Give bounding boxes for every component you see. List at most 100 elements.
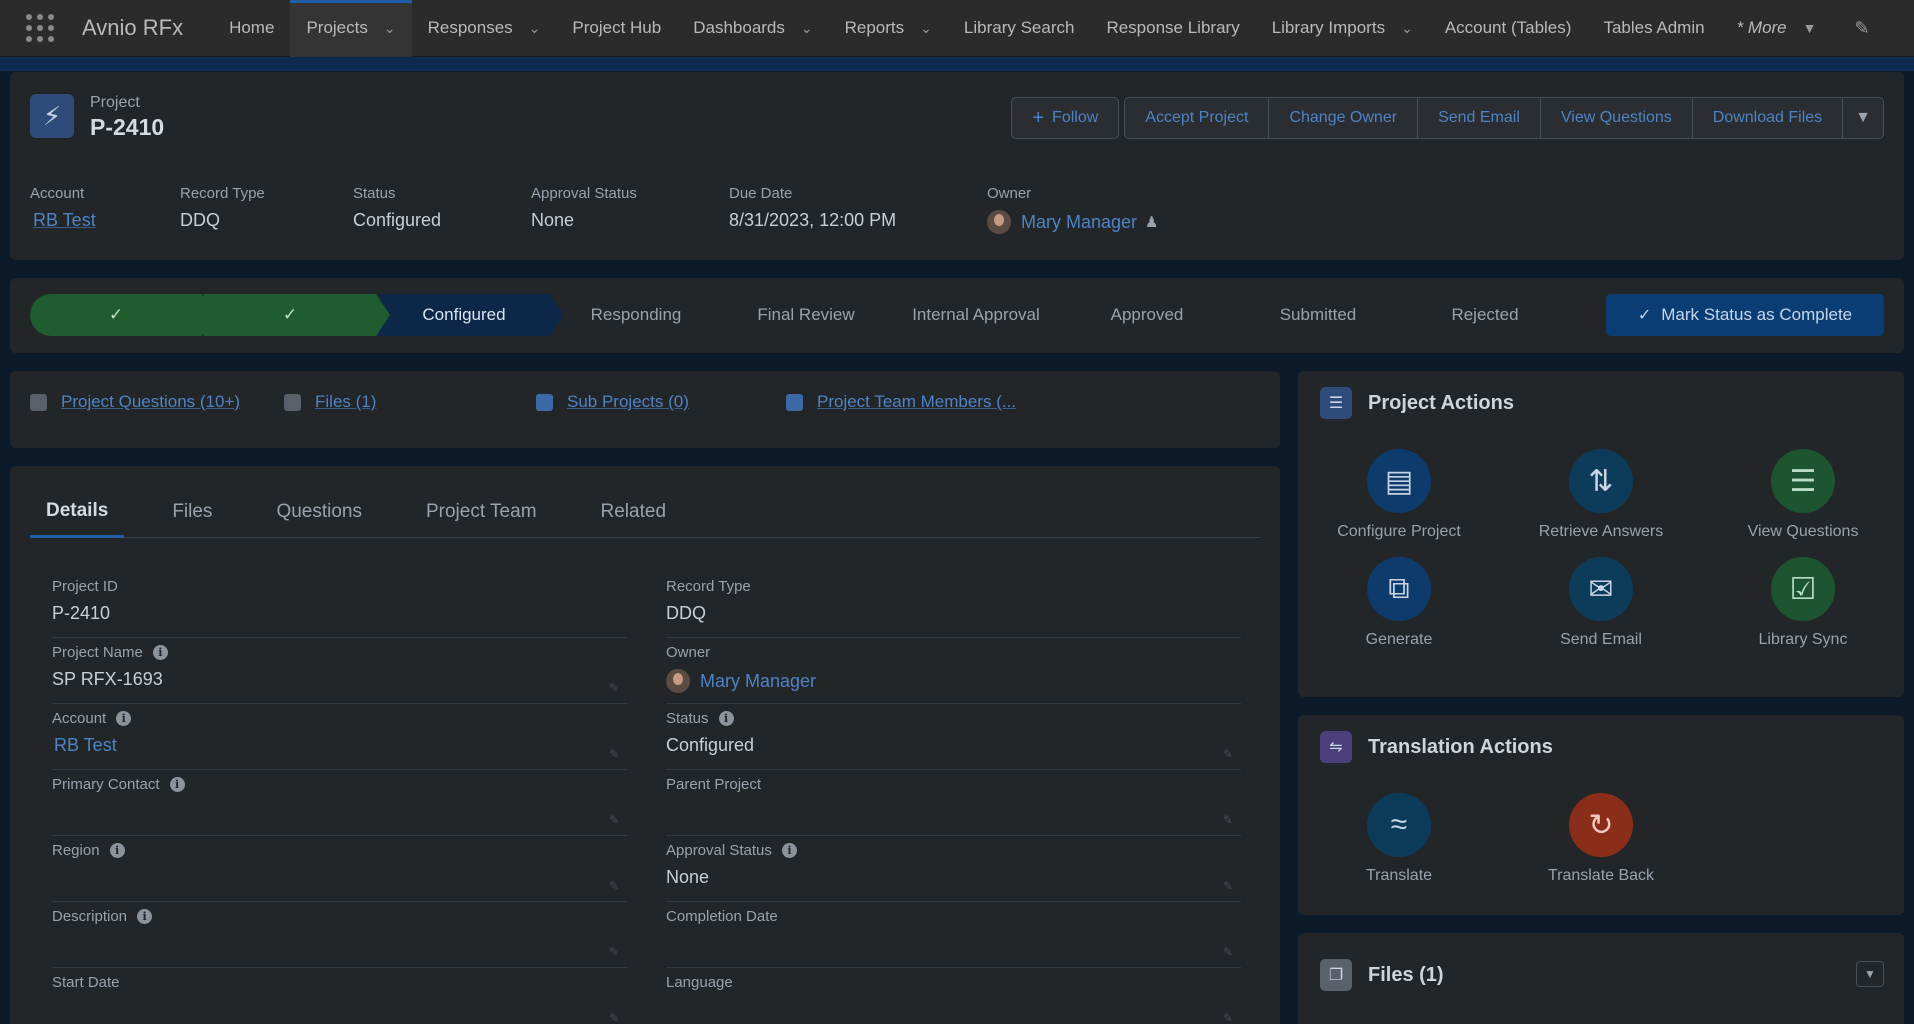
nav-item-dashboards[interactable]: Dashboards ⌄ xyxy=(677,0,828,57)
tab-related[interactable]: Related xyxy=(585,486,683,538)
download-files-button[interactable]: Download Files xyxy=(1691,97,1844,139)
chevron-down-icon[interactable]: ⌄ xyxy=(1401,20,1413,37)
path-step[interactable]: Final Review xyxy=(722,294,890,336)
quick-link-sub-projects[interactable]: Sub Projects (0) xyxy=(536,392,786,412)
nav-item-project-hub[interactable]: Project Hub xyxy=(556,0,677,57)
pencil-icon[interactable]: ✎ xyxy=(1223,1011,1233,1024)
nav-item-library-imports[interactable]: Library Imports ⌄ xyxy=(1256,0,1429,57)
chevron-down-icon[interactable]: ⌄ xyxy=(384,20,396,37)
nav-item-tables-admin[interactable]: Tables Admin xyxy=(1587,0,1720,57)
path-step[interactable]: Approved xyxy=(1062,294,1232,336)
field-project-name: Project Name i SP RFX-1693 ✎ xyxy=(52,642,627,704)
path-step[interactable]: Responding xyxy=(550,294,722,336)
library-sync-action[interactable]: ☑ Library Sync xyxy=(1702,557,1904,649)
nav-item-reports[interactable]: Reports ⌄ xyxy=(829,0,948,57)
info-icon[interactable]: i xyxy=(781,843,797,858)
owner-link[interactable]: Mary Manager xyxy=(700,671,816,692)
pencil-icon[interactable]: ✎ xyxy=(1223,945,1233,959)
nav-item-library-search[interactable]: Library Search xyxy=(948,0,1091,57)
info-icon[interactable]: i xyxy=(152,645,168,660)
mark-status-complete-button[interactable]: ✓ Mark Status as Complete xyxy=(1606,294,1884,336)
field-region: Region i ✎ xyxy=(52,840,627,902)
file-icon: ❐ xyxy=(1320,959,1352,991)
accept-project-button[interactable]: Accept Project xyxy=(1124,97,1270,139)
nav-item-projects[interactable]: Projects ⌄ xyxy=(290,0,412,57)
pencil-icon[interactable]: ✎ xyxy=(609,813,619,827)
field-value: P-2410 xyxy=(52,603,111,623)
info-icon[interactable]: i xyxy=(137,909,153,924)
account-link[interactable]: RB Test xyxy=(52,735,627,756)
owner-link[interactable]: Mary Manager xyxy=(1021,212,1137,233)
plus-icon: + xyxy=(1032,106,1045,129)
nav-label: Reports xyxy=(844,18,905,37)
pencil-icon[interactable]: ✎ xyxy=(609,681,619,695)
action-label: Configure Project xyxy=(1337,523,1461,540)
field-description: Description i ✎ xyxy=(52,906,627,968)
field-owner: Owner Mary Manager xyxy=(666,642,1241,704)
send-email-action[interactable]: ✉ Send Email xyxy=(1500,557,1702,649)
path-step-current[interactable]: Configured xyxy=(378,294,564,336)
change-owner-icon[interactable]: ♟ xyxy=(1145,213,1158,231)
info-icon[interactable]: i xyxy=(116,711,132,726)
generate-action[interactable]: ⧉ Generate xyxy=(1298,557,1500,649)
info-icon[interactable]: i xyxy=(718,711,734,726)
highlight-approval-status: Approval Status None xyxy=(531,185,729,234)
pencil-icon[interactable]: ✎ xyxy=(609,945,619,959)
action-label: Library Sync xyxy=(1758,631,1848,648)
send-email-button[interactable]: Send Email xyxy=(1417,97,1541,139)
follow-button[interactable]: + Follow xyxy=(1011,97,1120,139)
generate-document-icon: ⧉ xyxy=(1367,557,1431,621)
details-left-column: Project ID P-2410 Project Name i SP RFX-1… xyxy=(52,576,627,1024)
quick-link-files[interactable]: Files (1) xyxy=(284,392,536,412)
label-text: Project Name xyxy=(52,644,143,661)
card-header: ⇋ Translation Actions xyxy=(1320,731,1553,763)
pencil-icon[interactable]: ✎ xyxy=(1223,879,1233,893)
change-owner-button[interactable]: Change Owner xyxy=(1268,97,1419,139)
view-questions-button[interactable]: View Questions xyxy=(1539,97,1693,139)
nav-label: Library Imports xyxy=(1271,18,1386,37)
pencil-icon[interactable]: ✎ xyxy=(609,1011,619,1024)
pencil-icon[interactable]: ✎ xyxy=(609,879,619,893)
translate-back-action[interactable]: ↻ Translate Back xyxy=(1500,793,1702,885)
tab-project-team[interactable]: Project Team xyxy=(410,486,553,538)
tab-questions[interactable]: Questions xyxy=(260,486,378,538)
path-step-completed[interactable]: ✓ xyxy=(204,294,390,336)
path-step[interactable]: Internal Approval xyxy=(890,294,1062,336)
pencil-icon[interactable]: ✎ xyxy=(1223,747,1233,761)
nav-item-home[interactable]: Home xyxy=(213,0,290,57)
translate-action[interactable]: ≈ Translate xyxy=(1298,793,1500,885)
path-step[interactable]: Submitted xyxy=(1232,294,1404,336)
field-label: Status xyxy=(353,185,396,202)
view-questions-action[interactable]: ☰ View Questions xyxy=(1702,449,1904,541)
account-link[interactable]: RB Test xyxy=(30,210,180,231)
nav-item-account-tables[interactable]: Account (Tables) xyxy=(1429,0,1588,57)
nav-item-more[interactable]: * More ▼ xyxy=(1721,0,1833,57)
chevron-down-icon[interactable]: ⌄ xyxy=(801,20,813,37)
chevron-down-icon[interactable]: ⌄ xyxy=(920,20,932,37)
retrieve-answers-action[interactable]: ⇅ Retrieve Answers xyxy=(1500,449,1702,541)
edit-nav-pencil-icon[interactable]: ✎ xyxy=(1855,18,1870,39)
card-title[interactable]: Files (1) xyxy=(1368,964,1444,987)
tab-details[interactable]: Details xyxy=(30,486,125,538)
info-icon[interactable]: i xyxy=(169,777,185,792)
list-icon: ☰ xyxy=(1320,387,1352,419)
label-text: Region xyxy=(52,842,100,859)
files-menu-dropdown[interactable]: ▼ xyxy=(1856,961,1884,987)
info-icon[interactable]: i xyxy=(109,843,125,858)
tab-files[interactable]: Files xyxy=(156,486,228,538)
app-name: Avnio RFx xyxy=(82,15,184,40)
more-actions-dropdown[interactable]: ▼ xyxy=(1842,97,1884,139)
quick-link-team-members[interactable]: Project Team Members (... xyxy=(786,392,1016,412)
nav-item-responses[interactable]: Responses ⌄ xyxy=(412,0,557,57)
nav-item-response-library[interactable]: Response Library xyxy=(1090,0,1255,57)
lightning-bolt-icon: ⚡ xyxy=(30,94,74,138)
caret-down-icon[interactable]: ▼ xyxy=(1803,20,1817,36)
configure-project-action[interactable]: ▤ Configure Project xyxy=(1298,449,1500,541)
path-step-completed[interactable]: ✓ xyxy=(30,294,216,336)
path-step[interactable]: Rejected xyxy=(1404,294,1566,336)
pencil-icon[interactable]: ✎ xyxy=(1223,813,1233,827)
app-launcher-icon[interactable] xyxy=(20,8,60,48)
chevron-down-icon[interactable]: ⌄ xyxy=(529,20,541,37)
pencil-icon[interactable]: ✎ xyxy=(609,747,619,761)
quick-link-project-questions[interactable]: Project Questions (10+) xyxy=(30,392,284,412)
